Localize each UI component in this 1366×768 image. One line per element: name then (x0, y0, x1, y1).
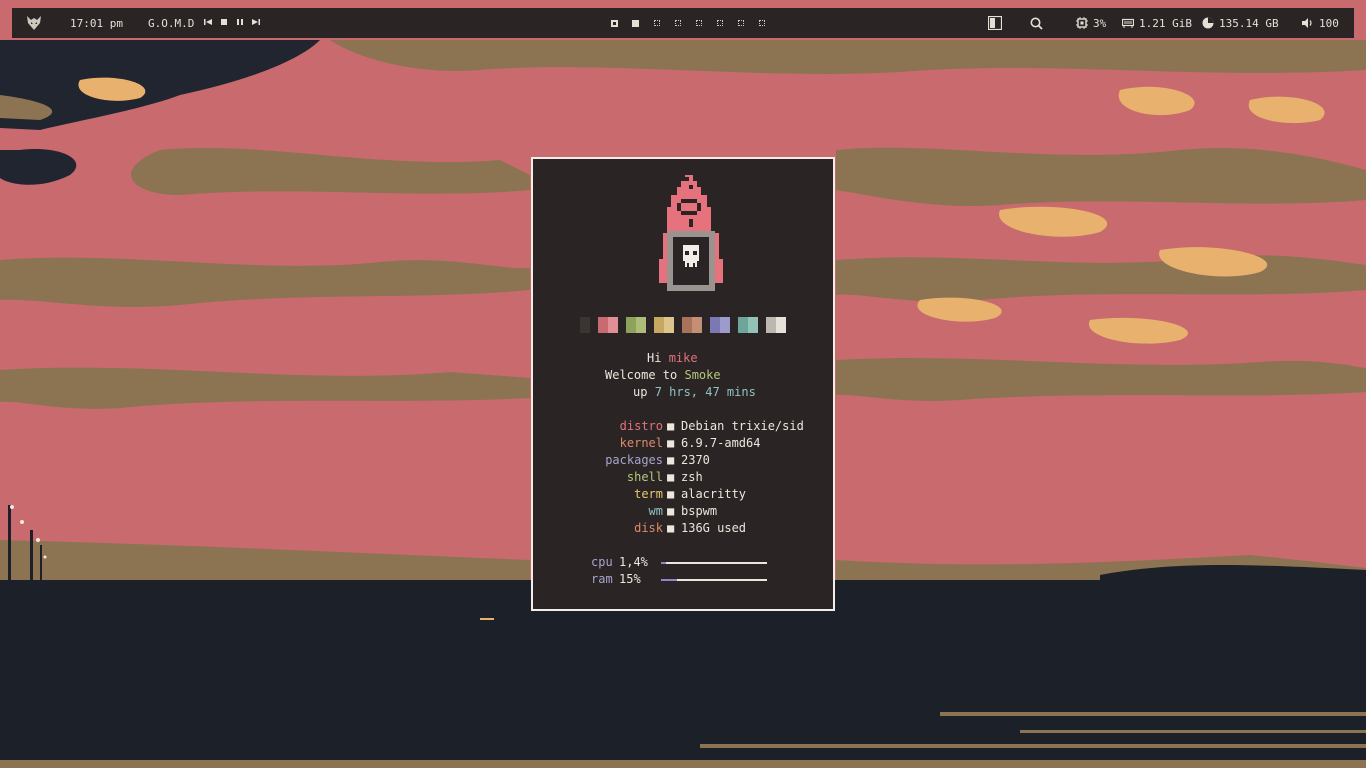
music-player: G.O.M.D (148, 8, 262, 38)
info-value-disk: 136G used (681, 521, 747, 535)
info-value-packages: 2370 (681, 453, 710, 467)
workspace-4[interactable] (667, 8, 688, 38)
cpu-indicator[interactable]: 3% (1076, 8, 1106, 38)
search-button[interactable] (1030, 8, 1043, 38)
color-palette (570, 317, 786, 333)
disk-pie-icon (1202, 17, 1214, 29)
workspace-indicator-icon (695, 20, 702, 26)
palette-swatch-4 (654, 317, 674, 333)
cpu-label: cpu (591, 555, 613, 569)
cpu-usage-bar (661, 562, 767, 564)
info-separator: ■ (667, 436, 675, 450)
top-panel: 17:01 pm G.O.M.D 3% 1.21 GiB 135.14 GB 1… (12, 8, 1354, 38)
welcome-prefix: Welcome to (605, 368, 678, 382)
uptime-value: 7 hrs, 47 mins (654, 385, 756, 399)
info-separator: ■ (667, 453, 675, 467)
cpu-icon (1076, 17, 1088, 29)
memory-value: 1.21 GiB (1139, 16, 1192, 30)
hooded-mascot-image (659, 175, 723, 291)
workspace-switcher (604, 8, 772, 38)
info-label-shell: shell (626, 470, 663, 484)
info-label-disk: disk (634, 521, 663, 535)
uptime-prefix: up (633, 385, 648, 399)
workspace-8[interactable] (751, 8, 772, 38)
info-value-kernel: 6.9.7-amd64 (681, 436, 761, 450)
volume-indicator[interactable]: 100 (1302, 8, 1339, 38)
memory-icon (1122, 18, 1134, 28)
clock[interactable]: 17:01 pm (70, 8, 123, 38)
workspace-6[interactable] (709, 8, 730, 38)
info-label-packages: packages (605, 453, 663, 467)
workspace-indicator-icon (653, 20, 660, 26)
ram-usage-value: 15% (619, 572, 641, 586)
fetch-terminal-window[interactable]: Hi mike Welcome to Smoke up 7 hrs, 47 mi… (531, 157, 835, 611)
next-icon[interactable] (250, 18, 262, 28)
ram-label: ram (591, 572, 613, 586)
workspace-indicator-icon (716, 20, 723, 26)
memory-indicator[interactable]: 1.21 GiB (1122, 8, 1192, 38)
previous-icon[interactable] (202, 18, 214, 28)
info-label-term: term (634, 487, 663, 501)
info-label-wm: wm (648, 504, 663, 518)
volume-value: 100 (1319, 16, 1339, 30)
layout-icon (988, 16, 1002, 30)
cpu-usage-value: 1,4% (619, 555, 648, 569)
search-icon (1030, 17, 1043, 30)
ram-usage-bar (661, 579, 767, 581)
disk-indicator[interactable]: 135.14 GB (1202, 8, 1279, 38)
palette-swatch-7 (738, 317, 758, 333)
hostname: Smoke (684, 368, 721, 382)
stop-icon[interactable] (218, 18, 230, 28)
workspace-1[interactable] (604, 8, 625, 38)
palette-swatch-2 (598, 317, 618, 333)
workspace-indicator-icon (674, 20, 681, 26)
info-value-term: alacritty (681, 487, 747, 501)
palette-swatch-3 (626, 317, 646, 333)
uptime-line: up 7 hrs, 47 mins (633, 385, 756, 399)
info-value-distro: Debian trixie/sid (681, 419, 804, 433)
greeting-line: Hi mike (647, 351, 698, 365)
cpu-value: 3% (1093, 16, 1107, 30)
info-value-shell: zsh (681, 470, 703, 484)
app-launcher-button[interactable] (26, 8, 42, 38)
workspace-indicator-icon (758, 20, 765, 26)
cpu-usage-fill (661, 562, 667, 564)
workspace-7[interactable] (730, 8, 751, 38)
palette-swatch-5 (682, 317, 702, 333)
info-value-wm: bspwm (681, 504, 718, 518)
info-separator: ■ (667, 521, 675, 535)
palette-swatch-1 (570, 317, 590, 333)
workspace-indicator-icon (611, 19, 618, 27)
info-separator: ■ (667, 504, 675, 518)
palette-swatch-6 (710, 317, 730, 333)
workspace-indicator-icon (632, 19, 639, 27)
info-separator: ■ (667, 487, 675, 501)
speaker-icon (1302, 18, 1312, 28)
wolf-logo-icon (27, 16, 41, 30)
workspace-indicator-icon (737, 20, 744, 26)
workspace-2[interactable] (625, 8, 646, 38)
palette-swatch-8 (766, 317, 786, 333)
info-label-distro: distro (619, 419, 663, 433)
workspace-5[interactable] (688, 8, 709, 38)
workspace-3[interactable] (646, 8, 667, 38)
info-separator: ■ (667, 470, 675, 484)
greeting-prefix: Hi (647, 351, 662, 365)
username: mike (668, 351, 698, 365)
pause-icon[interactable] (234, 18, 246, 28)
music-title[interactable]: G.O.M.D (148, 17, 194, 30)
disk-value: 135.14 GB (1219, 16, 1279, 30)
info-label-kernel: kernel (619, 436, 663, 450)
info-separator: ■ (667, 419, 675, 433)
welcome-line: Welcome to Smoke (605, 368, 721, 382)
ram-usage-fill (661, 579, 677, 581)
layout-toggle-button[interactable] (988, 8, 1002, 38)
